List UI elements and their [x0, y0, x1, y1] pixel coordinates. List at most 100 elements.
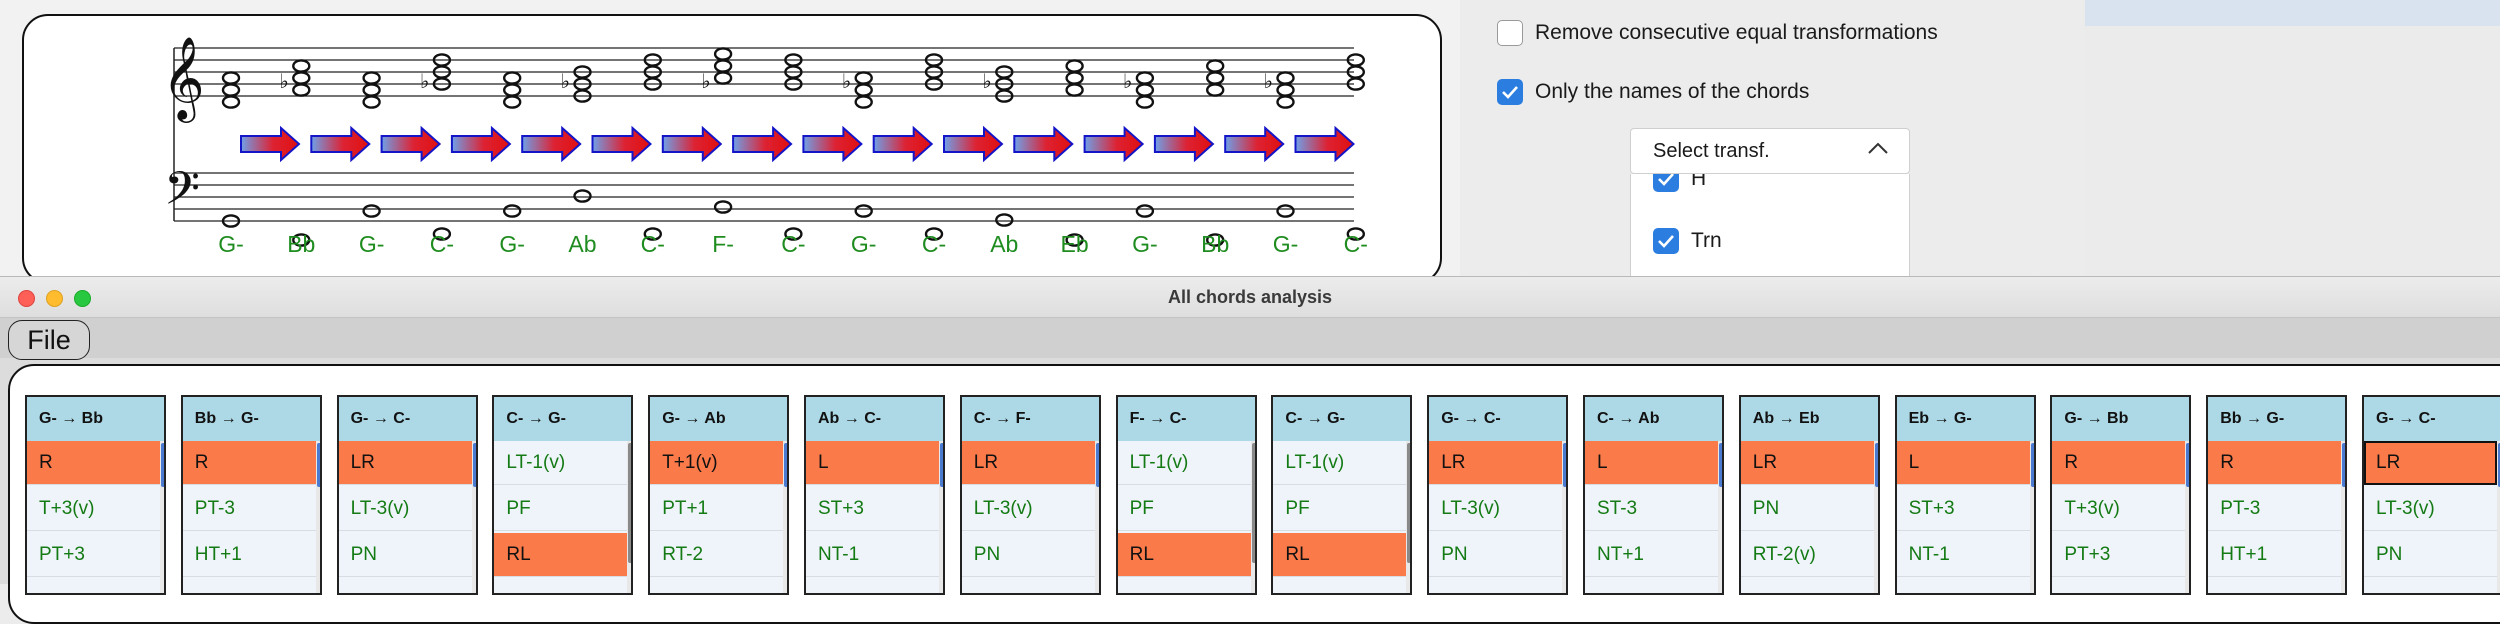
transformation-row[interactable]: HT+1	[2208, 533, 2342, 577]
transformation-row[interactable]: PF	[1117, 487, 1251, 531]
transformation-row[interactable]: PN	[338, 533, 472, 577]
remove-consecutive-checkbox[interactable]	[1497, 20, 1523, 46]
chevron-up-icon[interactable]	[1867, 141, 1889, 155]
transformation-row[interactable]: HT+1	[182, 533, 316, 577]
transformation-row[interactable]: LT-3(v)	[961, 487, 1095, 531]
chord-note	[854, 83, 873, 97]
transformation-row[interactable]: ST+3	[806, 487, 939, 531]
transformation-row[interactable]: LT-1(v)	[1273, 441, 1407, 485]
scrollbar-thumb[interactable]	[1874, 443, 1878, 487]
transformation-card[interactable]: G- → Bb R T+3(v) PT+3	[25, 395, 166, 595]
bass-note	[995, 213, 1014, 227]
transformation-card[interactable]: F- → C- LT-1(v) PF RL	[1115, 395, 1257, 595]
scrollbar-thumb[interactable]	[1407, 443, 1411, 563]
scrollbar-thumb[interactable]	[940, 443, 943, 487]
transformation-row[interactable]: ST-3	[1585, 487, 1718, 531]
transformation-card[interactable]: G- → Bb R T+3(v) PT+3	[2050, 395, 2192, 595]
transformation-row[interactable]: PN	[1429, 533, 1563, 577]
file-menu-button[interactable]: File	[8, 320, 90, 360]
remove-consecutive-label: Remove consecutive equal transformations	[1535, 21, 1938, 44]
transformation-row[interactable]: L	[806, 441, 939, 485]
transformation-row[interactable]: LT-3(v)	[1429, 487, 1563, 531]
transformation-row[interactable]: PN	[1740, 487, 1874, 531]
transformation-row[interactable]: RL	[1273, 533, 1407, 577]
transformation-row[interactable]: LR	[1429, 441, 1563, 485]
remove-consecutive-option[interactable]: Remove consecutive equal transformations	[1497, 20, 1938, 46]
transformation-card[interactable]: G- → Ab T+1(v) PT+1 RT-2	[648, 395, 790, 595]
transformation-card[interactable]: Bb → G- R PT-3 HT+1	[2206, 395, 2348, 595]
select-transf-dropdown[interactable]: Select transf.	[1630, 128, 1910, 174]
transformation-row[interactable]: R	[2052, 441, 2186, 485]
transformation-row[interactable]: R	[182, 441, 316, 485]
scrollbar-thumb[interactable]	[1095, 443, 1099, 487]
scrollbar-thumb[interactable]	[316, 443, 320, 487]
transf-item-h[interactable]: H	[1653, 174, 1706, 192]
transformation-row[interactable]: PN	[961, 533, 1095, 577]
transformation-row[interactable]: LT-1(v)	[494, 441, 628, 485]
transformation-card[interactable]: C- → F- LR LT-3(v) PN	[959, 395, 1101, 595]
transf-item-trn[interactable]: Trn	[1653, 228, 1722, 254]
transformation-row[interactable]: T+3(v)	[2052, 487, 2186, 531]
chord-name-label: Ab	[990, 231, 1018, 257]
scrollbar-thumb[interactable]	[1251, 443, 1255, 563]
transformation-row[interactable]: T+1(v)	[650, 441, 784, 485]
transformation-row[interactable]: LR	[338, 441, 472, 485]
chord-name-label: F-	[712, 231, 734, 257]
card-header: G- → Ab	[650, 397, 788, 441]
transformation-row[interactable]: NT-1	[1896, 533, 2030, 577]
scrollbar-thumb[interactable]	[161, 443, 164, 487]
scrollbar-thumb[interactable]	[1563, 443, 1567, 487]
scrollbar-thumb[interactable]	[628, 443, 632, 563]
scrollbar-thumb[interactable]	[1719, 443, 1722, 487]
transformation-row[interactable]: R	[27, 441, 160, 485]
transformation-card[interactable]: C- → G- LT-1(v) PF RL	[1271, 395, 1413, 595]
transformation-row[interactable]: PT-3	[2208, 487, 2342, 531]
transformation-card[interactable]: C- → G- LT-1(v) PF RL	[492, 395, 634, 595]
transformation-card[interactable]: Ab → C- L ST+3 NT-1	[804, 395, 945, 595]
transformation-card[interactable]: C- → Ab L ST-3 NT+1	[1583, 395, 1724, 595]
scrollbar-thumb[interactable]	[2186, 443, 2190, 487]
bass-note	[713, 200, 733, 214]
transformation-row[interactable]: PT-3	[182, 487, 316, 531]
transition-arrow-icon	[1294, 125, 1356, 163]
transformation-row[interactable]: NT-1	[806, 533, 939, 577]
transformation-card[interactable]: Ab → Eb LR PN RT-2(v)	[1738, 395, 1880, 595]
transf-trn-checkbox[interactable]	[1653, 228, 1679, 254]
transformation-row[interactable]: LR	[961, 441, 1095, 485]
transformation-row[interactable]: RT-2	[650, 533, 784, 577]
scrollbar-thumb[interactable]	[472, 443, 476, 487]
transformation-card[interactable]: G- → C- LR LT-3(v) PN	[336, 395, 478, 595]
transformation-row[interactable]: T+3(v)	[27, 487, 160, 531]
chord-note	[1276, 83, 1295, 97]
only-names-option[interactable]: Only the names of the chords	[1497, 79, 1809, 105]
transformation-row[interactable]: LR	[2364, 441, 2497, 485]
transformation-row[interactable]: LT-3(v)	[2364, 487, 2497, 531]
transformation-card[interactable]: Bb → G- R PT-3 HT+1	[180, 395, 322, 595]
scrollbar-thumb[interactable]	[2030, 443, 2034, 487]
transformation-card[interactable]: G- → C- LR LT-3(v) PN	[1427, 395, 1569, 595]
transformation-row[interactable]: RT-2(v)	[1740, 533, 1874, 577]
transformation-row[interactable]: NT+1	[1585, 533, 1718, 577]
select-transf-list[interactable]: H Trn	[1630, 174, 1910, 290]
transformation-card[interactable]: G- → C- LR LT-3(v) PN	[2362, 395, 2500, 595]
transformation-row[interactable]: PT+1	[650, 487, 784, 531]
transformation-row[interactable]: R	[2208, 441, 2342, 485]
transformation-row[interactable]: L	[1896, 441, 2030, 485]
transformation-row[interactable]: PT+3	[2052, 533, 2186, 577]
transformation-card[interactable]: Eb → G- L ST+3 NT-1	[1894, 395, 2036, 595]
scrollbar-thumb[interactable]	[2342, 443, 2346, 487]
transformation-row[interactable]: LT-3(v)	[338, 487, 472, 531]
transformation-row[interactable]: RL	[494, 533, 628, 577]
only-names-checkbox[interactable]	[1497, 79, 1523, 105]
transformation-row[interactable]: RL	[1117, 533, 1251, 577]
transformation-row[interactable]: ST+3	[1896, 487, 2030, 531]
transformation-row[interactable]: LT-1(v)	[1117, 441, 1251, 485]
transformation-row[interactable]: PF	[1273, 487, 1407, 531]
transformation-row[interactable]: LR	[1740, 441, 1874, 485]
transformation-row[interactable]: PT+3	[27, 533, 160, 577]
transformation-row[interactable]: PN	[2364, 533, 2497, 577]
transf-h-checkbox[interactable]	[1653, 174, 1679, 192]
transformation-row[interactable]: PF	[494, 487, 628, 531]
transformation-row[interactable]: L	[1585, 441, 1718, 485]
scrollbar-thumb[interactable]	[784, 443, 788, 487]
